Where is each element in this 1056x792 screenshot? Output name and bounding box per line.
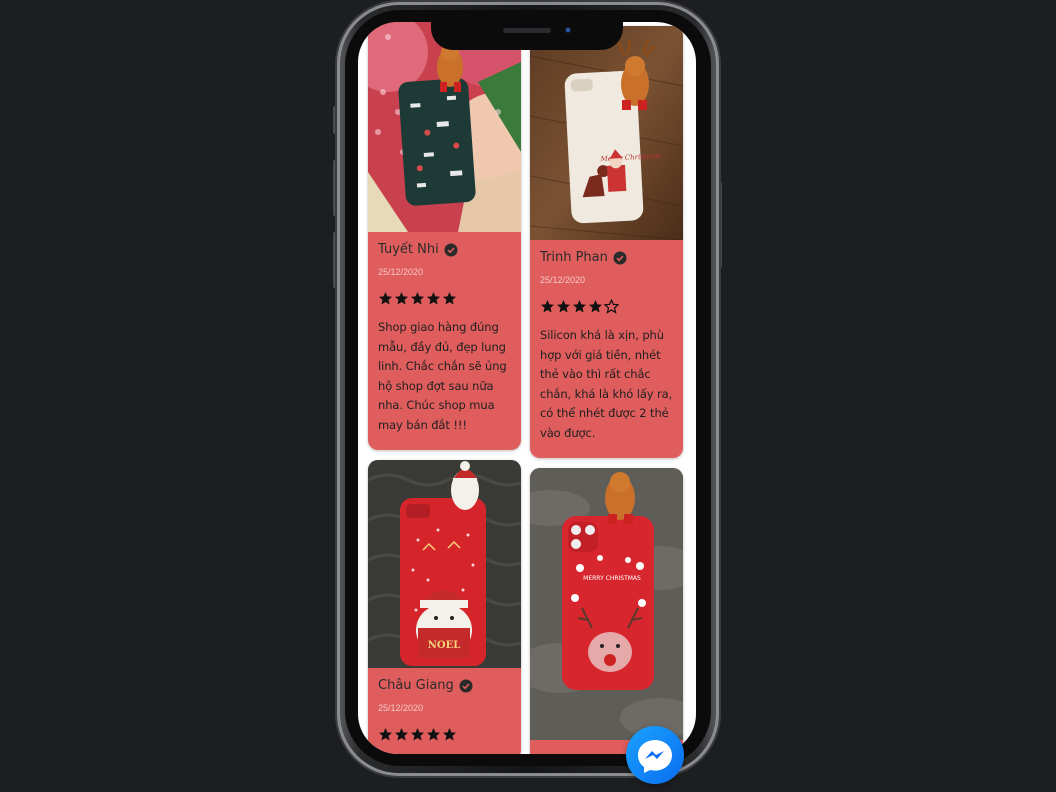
messenger-chat-button[interactable] <box>626 726 684 784</box>
review-card[interactable]: MERRY CHRISTMAS <box>530 468 683 754</box>
star-filled-icon <box>557 300 570 313</box>
star-filled-icon <box>395 292 408 305</box>
star-rating <box>378 727 511 742</box>
reviewer-name: Trinh Phan <box>540 250 608 265</box>
review-text: Shop giao hàng đúng mẫu, đầy đủ, đẹp lun… <box>378 320 507 432</box>
review-date: 25/12/2020 <box>540 275 586 285</box>
star-filled-icon <box>379 728 392 741</box>
product-photo[interactable]: NOEL <box>368 460 521 668</box>
product-photo[interactable]: Merry Christmas <box>530 26 683 240</box>
messenger-icon <box>638 740 672 773</box>
star-rating <box>540 299 673 314</box>
star-filled-icon <box>395 728 408 741</box>
case-print-text: NOEL <box>428 640 461 651</box>
front-camera <box>563 25 573 35</box>
reviewer-name: Châu Giang <box>378 678 454 693</box>
star-filled-icon <box>443 728 456 741</box>
star-filled-icon <box>411 728 424 741</box>
star-rating <box>378 291 511 306</box>
earpiece-speaker <box>503 28 551 33</box>
case-print-text: MERRY CHRISTMAS <box>583 575 641 582</box>
review-card[interactable]: Merry Christmas Trinh Phan 25/12/2020 Si… <box>530 26 683 458</box>
star-filled-icon <box>589 300 602 313</box>
star-filled-icon <box>573 300 586 313</box>
star-filled-icon <box>379 292 392 305</box>
review-card[interactable]: NOEL Châu Giang 25/12/2020 <box>368 460 521 754</box>
review-date: 25/12/2020 <box>378 703 424 713</box>
star-filled-icon <box>427 728 440 741</box>
star-filled-icon <box>427 292 440 305</box>
star-filled-icon <box>411 292 424 305</box>
reviewer-name: Tuyết Nhi <box>378 242 439 257</box>
verified-check-icon <box>459 679 473 692</box>
product-photo[interactable] <box>368 22 521 232</box>
product-photo[interactable]: MERRY CHRISTMAS <box>530 468 683 740</box>
star-filled-icon <box>541 300 554 313</box>
phone-case-photo: MERRY CHRISTMAS <box>530 468 683 740</box>
review-date: 25/12/2020 <box>378 267 424 277</box>
phone-case-photo: Merry Christmas <box>530 26 683 240</box>
star-empty-icon <box>604 299 619 314</box>
phone-screen: Tuyết Nhi 25/12/2020 Shop giao hàng đúng… <box>358 22 696 754</box>
review-card[interactable]: Tuyết Nhi 25/12/2020 Shop giao hàng đúng… <box>368 22 521 450</box>
phone-case-photo: NOEL <box>368 460 521 668</box>
verified-check-icon <box>444 243 458 256</box>
verified-check-icon <box>613 251 627 264</box>
phone-case-photo <box>368 22 521 232</box>
star-filled-icon <box>443 292 456 305</box>
review-text: Silicon khá là xịn, phù hợp với giá tiền… <box>540 328 673 440</box>
